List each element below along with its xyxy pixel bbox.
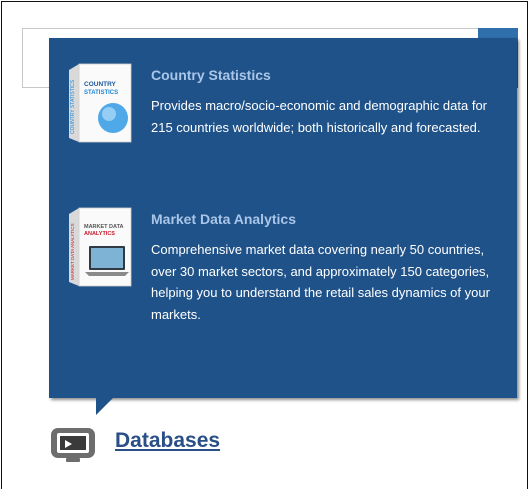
monitor-icon: [51, 428, 95, 462]
market-data-analytics-cover-line-2: ANALYTICS: [84, 231, 115, 237]
market-data-analytics-product-image: MARKET DATA ANALYTICS MARKET DATA ANALYT…: [69, 207, 132, 287]
country-statistics-cover-line-1: COUNTRY: [84, 81, 117, 88]
country-statistics-spine-text: COUNTRY STATISTICS: [70, 79, 76, 134]
country-statistics-product-image: COUNTRY STATISTICS COUNTRY STATISTICS: [69, 63, 132, 143]
databases-link[interactable]: Databases: [115, 429, 220, 453]
databases-popup: COUNTRY STATISTICS COUNTRY STATISTICS Co…: [49, 38, 517, 398]
country-statistics-cover-line-2: STATISTICS: [84, 90, 118, 96]
country-statistics-title[interactable]: Country Statistics: [151, 67, 271, 83]
market-data-analytics-title[interactable]: Market Data Analytics: [151, 211, 296, 227]
market-data-analytics-spine-text: MARKET DATA ANALYTICS: [70, 223, 75, 280]
market-data-analytics-description: Comprehensive market data covering nearl…: [151, 242, 490, 322]
market-data-analytics-cover-line-1: MARKET DATA: [84, 224, 124, 230]
popup-pointer: [96, 397, 114, 415]
country-statistics-description: Provides macro/socio-economic and demogr…: [151, 98, 488, 135]
